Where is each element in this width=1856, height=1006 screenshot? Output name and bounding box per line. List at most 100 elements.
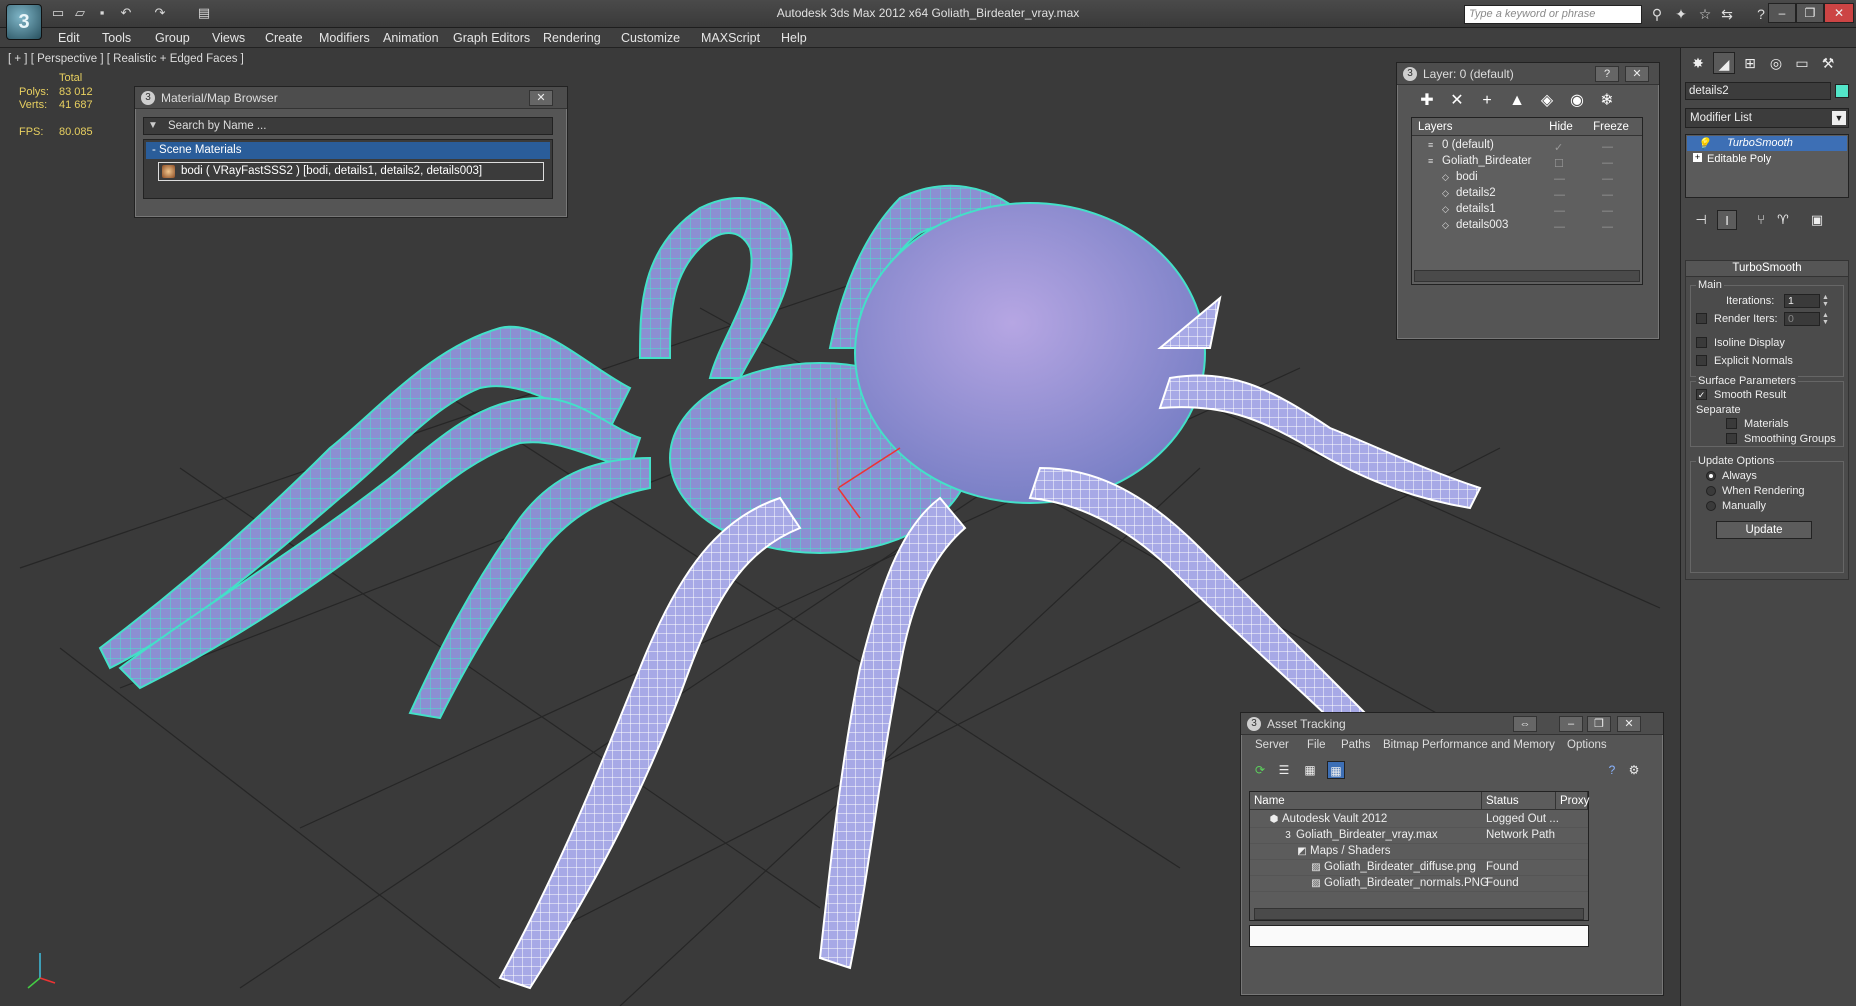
- at-menu-bitmap-performance[interactable]: Bitmap Performance and Memory: [1383, 739, 1555, 751]
- isoline-display-checkbox[interactable]: [1696, 337, 1707, 348]
- update-button[interactable]: Update: [1716, 521, 1812, 539]
- delete-layer-icon[interactable]: ✕: [1447, 91, 1467, 111]
- create-layer-icon[interactable]: ✚: [1417, 91, 1437, 111]
- freeze-column-header[interactable]: Freeze: [1580, 118, 1642, 136]
- freeze-all-icon[interactable]: ❄: [1597, 91, 1617, 111]
- layer-close-button[interactable]: ✕: [1625, 66, 1649, 82]
- menu-customize[interactable]: Customize: [621, 31, 680, 45]
- utilities-tab-icon[interactable]: ⚒: [1817, 52, 1839, 74]
- menu-graph-editors[interactable]: Graph Editors: [453, 31, 530, 45]
- when-rendering-radio[interactable]: [1706, 486, 1716, 496]
- select-objects-icon[interactable]: ▲: [1507, 91, 1527, 111]
- app-logo-icon[interactable]: 3: [6, 4, 42, 40]
- help-icon[interactable]: ?: [1603, 761, 1621, 779]
- render-iters-spinner[interactable]: 0: [1784, 312, 1820, 326]
- menu-animation[interactable]: Animation: [383, 31, 439, 45]
- asset-row[interactable]: ⬢ Autodesk Vault 2012 Logged Out ...: [1250, 812, 1588, 828]
- layer-row[interactable]: ◇ bodi — —: [1412, 170, 1642, 186]
- motion-tab-icon[interactable]: ◎: [1765, 52, 1787, 74]
- freeze-toggle[interactable]: —: [1602, 189, 1613, 201]
- list-view-icon[interactable]: ☰: [1275, 761, 1293, 779]
- layer-list-scrollbar[interactable]: [1414, 270, 1640, 282]
- layer-row[interactable]: ≡ 0 (default) ✓ —: [1412, 138, 1642, 154]
- spinner-arrows-icon[interactable]: ▲ ▼: [1822, 294, 1830, 308]
- settings-icon[interactable]: ⚙: [1625, 761, 1643, 779]
- explicit-normals-checkbox[interactable]: [1696, 355, 1707, 366]
- filter-dropdown-icon[interactable]: ▼: [148, 120, 158, 131]
- scene-materials-group[interactable]: - Scene Materials: [146, 142, 550, 159]
- hide-toggle[interactable]: ☐: [1554, 157, 1564, 170]
- at-menu-file[interactable]: File: [1307, 739, 1326, 751]
- asset-row[interactable]: ▨ Goliath_Birdeater_normals.PNG Found: [1250, 876, 1588, 892]
- menu-tools[interactable]: Tools: [102, 31, 131, 45]
- asset-tracking-close-button[interactable]: ✕: [1617, 716, 1641, 732]
- minimize-button[interactable]: –: [1768, 3, 1796, 23]
- hide-toggle[interactable]: —: [1554, 173, 1565, 185]
- subscription-icon[interactable]: ✦: [1672, 5, 1690, 23]
- layers-column-header[interactable]: Layers: [1412, 118, 1542, 136]
- hierarchy-tab-icon[interactable]: ⊞: [1739, 52, 1761, 74]
- name-column-header[interactable]: Name: [1250, 792, 1482, 810]
- hide-column-header[interactable]: Hide: [1542, 118, 1580, 136]
- asset-row[interactable]: ◩ Maps / Shaders: [1250, 844, 1588, 860]
- hide-toggle[interactable]: —: [1554, 205, 1565, 217]
- layer-row[interactable]: ◇ details2 — —: [1412, 186, 1642, 202]
- maximize-button[interactable]: ❐: [1796, 3, 1824, 23]
- proxy-column-header[interactable]: Proxy: [1556, 792, 1589, 810]
- material-browser-title-bar[interactable]: 3 Material/Map Browser: [135, 87, 567, 109]
- configure-sets-icon[interactable]: ▣: [1807, 210, 1827, 230]
- stack-item-editable-poly[interactable]: + Editable Poly: [1687, 152, 1847, 167]
- favorites-icon[interactable]: ☆: [1696, 5, 1714, 23]
- spinner-arrows-icon[interactable]: ▲ ▼: [1822, 312, 1830, 326]
- menu-help[interactable]: Help: [781, 31, 807, 45]
- smooth-result-checkbox[interactable]: ✓: [1696, 389, 1707, 400]
- material-entry[interactable]: bodi ( VRayFastSSS2 ) [bodi, details1, d…: [158, 162, 544, 181]
- freeze-toggle[interactable]: —: [1602, 173, 1613, 185]
- at-menu-server[interactable]: Server: [1255, 739, 1289, 751]
- menu-views[interactable]: Views: [212, 31, 245, 45]
- viewport-label[interactable]: [ + ] [ Perspective ] [ Realistic + Edge…: [8, 53, 244, 65]
- stack-item-turbosmooth[interactable]: 💡 TurboSmooth: [1687, 136, 1847, 151]
- smoothing-groups-checkbox[interactable]: [1726, 433, 1737, 444]
- menu-edit[interactable]: Edit: [58, 31, 80, 45]
- status-column-header[interactable]: Status: [1482, 792, 1556, 810]
- lightbulb-icon[interactable]: 💡: [1697, 137, 1711, 150]
- object-name-field[interactable]: details2: [1685, 82, 1831, 100]
- asset-path-field[interactable]: [1249, 925, 1589, 947]
- thumbnail-view-icon[interactable]: ▦: [1301, 761, 1319, 779]
- layer-row[interactable]: ◇ details1 — —: [1412, 202, 1642, 218]
- hide-toggle[interactable]: ✓: [1554, 141, 1563, 154]
- highlight-layer-icon[interactable]: ◈: [1537, 91, 1557, 111]
- layer-help-button[interactable]: ?: [1595, 66, 1619, 82]
- iterations-spinner[interactable]: 1: [1784, 294, 1820, 308]
- at-menu-options[interactable]: Options: [1567, 739, 1607, 751]
- layer-row[interactable]: ◇ details003 — —: [1412, 218, 1642, 234]
- turbosmooth-rollout-title[interactable]: TurboSmooth: [1686, 261, 1848, 277]
- menu-rendering[interactable]: Rendering: [543, 31, 601, 45]
- hide-toggle[interactable]: —: [1554, 189, 1565, 201]
- freeze-toggle[interactable]: —: [1602, 205, 1613, 217]
- layer-row[interactable]: ≡ Goliath_Birdeater ☐ —: [1412, 154, 1642, 170]
- modify-tab-icon[interactable]: ◢: [1713, 52, 1735, 74]
- communication-icon[interactable]: ⇆: [1718, 5, 1736, 23]
- asset-row[interactable]: ▨ Goliath_Birdeater_diffuse.png Found: [1250, 860, 1588, 876]
- add-to-layer-icon[interactable]: +: [1477, 91, 1497, 111]
- layer-panel-title-bar[interactable]: 3 Layer: 0 (default): [1397, 63, 1659, 85]
- freeze-toggle[interactable]: —: [1602, 141, 1613, 153]
- asset-tracking-dock-button[interactable]: ⇔: [1513, 716, 1537, 732]
- menu-create[interactable]: Create: [265, 31, 303, 45]
- asset-table-scrollbar[interactable]: [1254, 908, 1584, 920]
- asset-tracking-minimize-button[interactable]: –: [1559, 716, 1583, 732]
- pin-stack-icon[interactable]: ⊣: [1691, 210, 1711, 230]
- asset-row[interactable]: 3 Goliath_Birdeater_vray.max Network Path: [1250, 828, 1588, 844]
- display-tab-icon[interactable]: ▭: [1791, 52, 1813, 74]
- table-view-icon[interactable]: ▦: [1327, 761, 1345, 779]
- make-unique-icon[interactable]: ⑂: [1751, 210, 1771, 230]
- menu-group[interactable]: Group: [155, 31, 190, 45]
- binoculars-icon[interactable]: ⚲: [1648, 5, 1666, 23]
- chevron-down-icon[interactable]: ▼: [1832, 111, 1846, 125]
- hide-toggle[interactable]: —: [1554, 221, 1565, 233]
- freeze-toggle[interactable]: —: [1602, 221, 1613, 233]
- render-iters-checkbox[interactable]: [1696, 313, 1707, 324]
- refresh-icon[interactable]: ⟳: [1251, 761, 1269, 779]
